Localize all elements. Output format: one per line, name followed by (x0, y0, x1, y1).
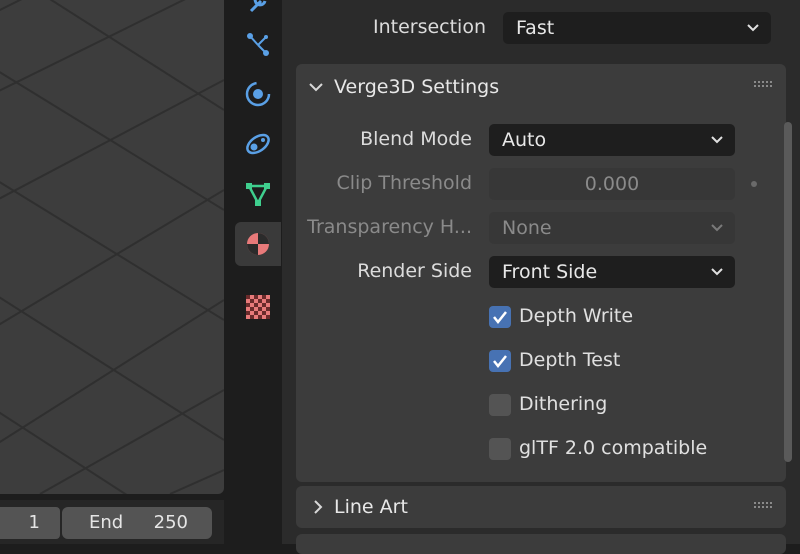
render-side-dropdown[interactable]: Front Side (489, 256, 735, 288)
tab-texture[interactable] (235, 285, 281, 329)
texture-icon (246, 295, 270, 319)
chevron-down-icon (711, 268, 723, 276)
tab-modifiers[interactable] (235, 0, 281, 22)
checkmark-icon (493, 311, 507, 325)
tab-particles[interactable] (235, 22, 281, 66)
verge3d-panel-header[interactable]: Verge3D Settings (296, 64, 786, 110)
clip-threshold-field[interactable]: 0.000 (489, 168, 735, 200)
intersection-dropdown[interactable]: Fast (503, 12, 771, 44)
checkmark-icon (493, 355, 507, 369)
clip-threshold-label: Clip Threshold (336, 172, 472, 194)
intersection-value: Fast (516, 17, 555, 39)
wrench-icon (249, 0, 267, 13)
transparency-label: Transparency H... (307, 216, 472, 238)
gltf-compatible-label[interactable]: glTF 2.0 compatible (519, 437, 707, 459)
depth-write-label[interactable]: Depth Write (519, 305, 633, 327)
dithering-label[interactable]: Dithering (519, 393, 607, 415)
viewport-grid (0, 0, 224, 494)
drag-handle-icon[interactable] (754, 81, 774, 91)
verge3d-panel-title: Verge3D Settings (334, 76, 500, 98)
transparency-dropdown[interactable]: None (489, 212, 735, 244)
next-panel[interactable] (296, 534, 786, 554)
properties-scrollbar[interactable] (784, 122, 792, 462)
chevron-down-icon (747, 24, 759, 32)
frame-end-label: End (89, 512, 124, 533)
chevron-down-icon (711, 136, 723, 144)
timeline-bar: 1 End 250 (0, 500, 224, 544)
tab-material[interactable] (235, 222, 281, 266)
material-icon (247, 233, 269, 255)
line-art-title: Line Art (334, 496, 408, 518)
dithering-checkbox[interactable] (489, 394, 511, 416)
tab-object-data[interactable] (235, 172, 281, 216)
chevron-right-icon (314, 500, 323, 514)
physics-icon (245, 81, 271, 107)
drag-handle-icon[interactable] (754, 502, 774, 512)
properties-tab-strip (230, 0, 282, 544)
3d-viewport[interactable] (0, 0, 224, 494)
particles-icon (247, 33, 269, 56)
object-data-icon (246, 183, 270, 206)
tab-constraints[interactable] (235, 122, 281, 166)
depth-test-checkbox[interactable] (489, 350, 511, 372)
gltf-compatible-checkbox[interactable] (489, 438, 511, 460)
line-art-panel[interactable]: Line Art (296, 486, 786, 528)
blend-mode-label: Blend Mode (360, 128, 472, 150)
tab-physics[interactable] (235, 72, 281, 116)
depth-write-checkbox[interactable] (489, 306, 511, 328)
chevron-down-icon (711, 224, 723, 232)
blend-mode-value: Auto (502, 129, 547, 151)
chevron-down-icon (309, 83, 323, 92)
depth-test-label[interactable]: Depth Test (519, 349, 620, 371)
blend-mode-dropdown[interactable]: Auto (489, 124, 735, 156)
frame-start-field[interactable]: 1 (0, 507, 60, 539)
frame-end-value: 250 (153, 512, 188, 533)
constraints-icon (246, 133, 270, 155)
render-side-label: Render Side (357, 260, 472, 282)
render-side-value: Front Side (502, 261, 598, 283)
intersection-label: Intersection (372, 16, 486, 38)
frame-end-field[interactable]: End 250 (62, 507, 212, 539)
transparency-value: None (502, 217, 552, 239)
keyframe-dot-icon[interactable] (751, 181, 757, 187)
